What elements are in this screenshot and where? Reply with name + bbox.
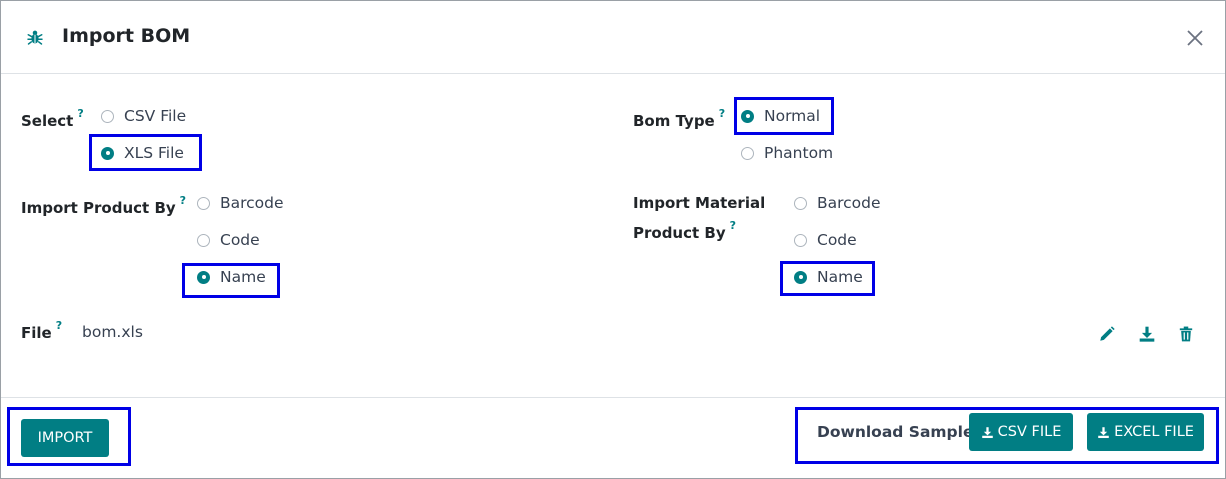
radio-icon[interactable] — [101, 109, 114, 123]
close-icon[interactable] — [1183, 26, 1207, 50]
dialog-header: Import BOM — [1, 1, 1225, 74]
help-icon[interactable]: ? — [719, 107, 725, 120]
highlight-box-normal — [734, 97, 834, 135]
radio-icon[interactable] — [794, 233, 807, 247]
radio-icon[interactable] — [197, 196, 210, 210]
radio-icon[interactable] — [197, 233, 210, 247]
product-by-option-code[interactable]: Code — [197, 228, 260, 252]
option-label: Barcode — [817, 194, 881, 212]
bug-icon — [27, 30, 43, 45]
radio-icon[interactable] — [794, 196, 807, 210]
option-label: CSV File — [124, 107, 187, 125]
option-label: Barcode — [220, 194, 284, 212]
help-icon[interactable]: ? — [77, 107, 83, 120]
dialog-title: Import BOM — [62, 25, 191, 47]
option-label: Phantom — [764, 144, 834, 162]
select-option-csv[interactable]: CSV File — [101, 104, 186, 128]
highlight-box-download-sample — [795, 407, 1219, 464]
highlight-box-xls — [89, 134, 202, 171]
highlight-box-import — [7, 407, 131, 466]
import-bom-dialog: Import BOM Select? CSV File XLS File Bom… — [0, 0, 1226, 479]
product-by-option-barcode[interactable]: Barcode — [197, 191, 284, 215]
option-label: Code — [220, 231, 260, 249]
help-icon[interactable]: ? — [730, 219, 736, 232]
highlight-box-product-name — [182, 263, 280, 298]
download-icon[interactable] — [1138, 325, 1156, 343]
bom-type-option-phantom[interactable]: Phantom — [741, 141, 833, 165]
help-icon[interactable]: ? — [180, 194, 186, 207]
pencil-icon[interactable] — [1098, 325, 1116, 343]
help-icon[interactable]: ? — [56, 319, 62, 332]
select-label: Select? — [21, 107, 84, 130]
material-by-option-code[interactable]: Code — [794, 228, 857, 252]
file-name: bom.xls — [82, 323, 143, 341]
import-product-by-label: Import Product By? — [21, 194, 187, 217]
file-label: File? — [21, 319, 63, 342]
highlight-box-material-name — [780, 261, 875, 296]
radio-icon[interactable] — [741, 146, 754, 160]
bom-type-label: Bom Type? — [633, 107, 726, 130]
trash-icon[interactable] — [1177, 325, 1195, 343]
material-by-option-barcode[interactable]: Barcode — [794, 191, 881, 215]
import-material-product-by-label: Import Material Product By? — [633, 194, 766, 242]
option-label: Code — [817, 231, 857, 249]
